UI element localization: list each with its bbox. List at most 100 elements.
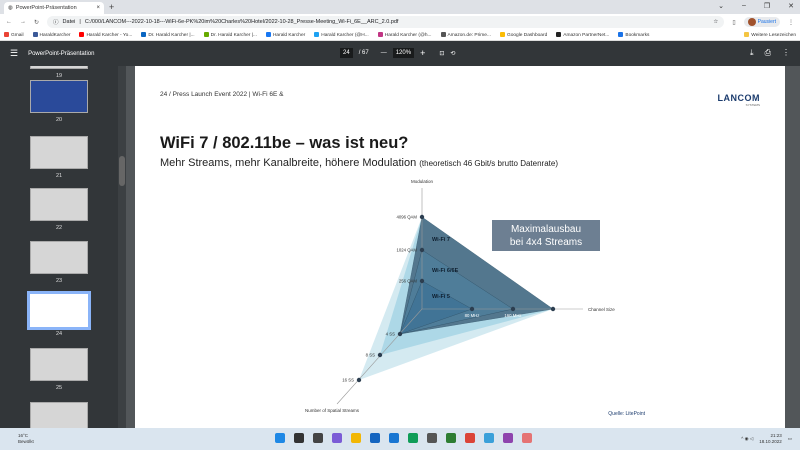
series-label: Wi-Fi 7 — [432, 237, 450, 243]
menu-icon[interactable]: ☰ — [10, 48, 18, 59]
page-thumbnail[interactable] — [30, 402, 88, 428]
close-window-button[interactable]: ✕ — [788, 2, 794, 10]
url-text: C:/000/LANCOM---2022-10-18---WiFi-6e-PK%… — [84, 19, 399, 25]
tick-label: 1024 QAM — [396, 248, 417, 253]
pdf-page: 24 / Press Launch Event 2022 | Wi-Fi 6E … — [135, 66, 785, 428]
bookmark-item[interactable]: Harald Karcher — [265, 32, 305, 38]
bookmark-item[interactable]: Dr. Harald Karcher |... — [141, 32, 195, 38]
sidebar-scrollbar[interactable] — [118, 66, 126, 428]
taskbar-app-icon[interactable] — [332, 433, 342, 443]
bookmark-icon — [265, 32, 271, 38]
taskbar-app-icon[interactable] — [446, 433, 456, 443]
series-label: Wi-Fi 6/6E — [432, 268, 459, 274]
page-thumbnail[interactable] — [30, 136, 88, 169]
data-point — [510, 306, 516, 312]
info-badge: Maximalausbau bei 4x4 Streams — [492, 220, 600, 251]
browser-tab[interactable]: ◍ PowerPoint-Präsentation × — [4, 2, 104, 14]
profile-label: Pausiert — [757, 19, 776, 25]
data-point — [419, 214, 425, 220]
forward-icon[interactable]: → — [20, 19, 26, 25]
address-toolbar: ← → ↻ ⓘ Datei | C:/000/LANCOM---2022-10-18---… — [0, 14, 800, 30]
profile-button[interactable]: Pausiert — [743, 17, 780, 27]
page-thumbnail[interactable] — [30, 188, 88, 221]
page-thumbnail[interactable] — [30, 241, 88, 274]
sidepanel-icon[interactable]: ▯ — [732, 19, 735, 26]
weather-widget[interactable]: 16°C Bewölkt — [8, 433, 34, 445]
notification-icon[interactable]: ▭ — [788, 436, 792, 442]
data-point — [550, 306, 556, 312]
zoom-input[interactable]: 120% — [392, 48, 415, 58]
taskbar-app-icon[interactable] — [294, 433, 304, 443]
bookmark-item[interactable]: Bookmarks — [618, 32, 649, 38]
bookmark-item[interactable]: Amazon PartnerNet... — [556, 32, 609, 38]
back-icon[interactable]: ← — [6, 19, 12, 25]
page-thumbnail[interactable] — [30, 80, 88, 113]
tab-title: PowerPoint-Präsentation — [15, 5, 77, 11]
zoom-out-button[interactable]: — — [381, 50, 387, 56]
more-icon[interactable]: ⋮ — [782, 48, 790, 58]
bookmark-item[interactable]: HaraldKarcher — [32, 32, 70, 38]
bookmark-item[interactable]: Dr. Harald Karcher |... — [203, 32, 257, 38]
page-thumbnail[interactable] — [27, 291, 91, 330]
bookmark-item[interactable]: Harald Karcher - Yo... — [79, 32, 132, 38]
reload-icon[interactable]: ↻ — [34, 19, 39, 26]
clock[interactable]: 21:23 18.10.2022 — [759, 433, 782, 445]
pdf-toolbar: ☰ PowerPoint-Präsentation 24/ 67 — 120% … — [0, 41, 800, 66]
zoom-in-button[interactable]: + — [420, 48, 425, 58]
print-icon[interactable]: ⎙ — [765, 48, 771, 58]
taskbar-app-icon[interactable] — [503, 433, 513, 443]
thumbnail-page-number: 25 — [55, 385, 63, 391]
data-point — [419, 278, 425, 284]
tab-search-icon[interactable]: ⌄ — [718, 2, 724, 10]
taskbar-app-icon[interactable] — [427, 433, 437, 443]
star-icon[interactable]: ☆ — [713, 19, 718, 25]
bookmark-item[interactable]: Gmail — [4, 32, 24, 38]
taskbar-app-icon[interactable] — [465, 433, 475, 443]
series-label: Wi-Fi 5 — [432, 294, 450, 300]
taskbar-app-icon[interactable] — [370, 433, 380, 443]
thumbnail-page-number: 19 — [55, 73, 63, 79]
menu-icon[interactable]: ⋮ — [788, 19, 794, 26]
document-title: PowerPoint-Präsentation — [28, 50, 95, 57]
axis-label: Modulation — [411, 179, 434, 184]
scrollbar-thumb[interactable] — [119, 156, 125, 186]
bookmark-item[interactable]: Harald Karcher (@h... — [377, 32, 432, 38]
taskbar-app-icon[interactable] — [275, 433, 285, 443]
page-number-input[interactable]: 24 — [340, 48, 353, 58]
fit-page-icon[interactable]: ⊡ — [439, 50, 444, 57]
thumbnail-page-number: 20 — [55, 117, 63, 123]
page-thumbnail[interactable] — [30, 66, 88, 69]
data-point — [356, 377, 362, 383]
data-point — [377, 352, 383, 358]
tick-label: 4096 QAM — [396, 215, 417, 220]
bookmark-item[interactable]: Harald Karcher (@H... — [314, 32, 369, 38]
bookmark-icon — [377, 32, 383, 38]
bookmark-item[interactable]: Google Dashboard — [499, 32, 547, 38]
tick-label: 16 SS — [342, 378, 354, 383]
page-thumbnail[interactable] — [30, 348, 88, 381]
address-bar[interactable]: ⓘ Datei | C:/000/LANCOM---2022-10-18---WiFi… — [47, 16, 725, 28]
other-bookmarks[interactable]: Weitere Lesezeichen — [744, 32, 796, 38]
taskbar-app-icon[interactable] — [351, 433, 361, 443]
tick-label: 80 MHz — [465, 313, 480, 318]
bookmark-item[interactable]: Amazon.de: Prime... — [440, 32, 491, 38]
taskbar-app-icon[interactable] — [313, 433, 323, 443]
rotate-icon[interactable]: ⟲ — [450, 50, 455, 57]
bookmark-icon — [32, 32, 38, 38]
bookmark-icon — [4, 32, 9, 38]
data-point — [469, 306, 475, 312]
taskbar-app-icon[interactable] — [389, 433, 399, 443]
taskbar-app-icon[interactable] — [522, 433, 532, 443]
bookmark-icon — [440, 32, 446, 38]
maximize-button[interactable]: ❐ — [764, 2, 770, 10]
taskbar-app-icon[interactable] — [408, 433, 418, 443]
download-icon[interactable]: ⤓ — [750, 48, 754, 58]
minimize-button[interactable]: – — [742, 2, 746, 10]
tick-label: 8 SS — [366, 353, 375, 358]
taskbar-app-icon[interactable] — [484, 433, 494, 443]
info-icon: ⓘ — [53, 20, 59, 26]
new-tab-button[interactable]: + — [109, 2, 114, 12]
close-tab-icon[interactable]: × — [96, 5, 100, 11]
data-point — [419, 247, 425, 253]
tray-icons[interactable]: ^ ◉ ◁ — [741, 436, 753, 442]
